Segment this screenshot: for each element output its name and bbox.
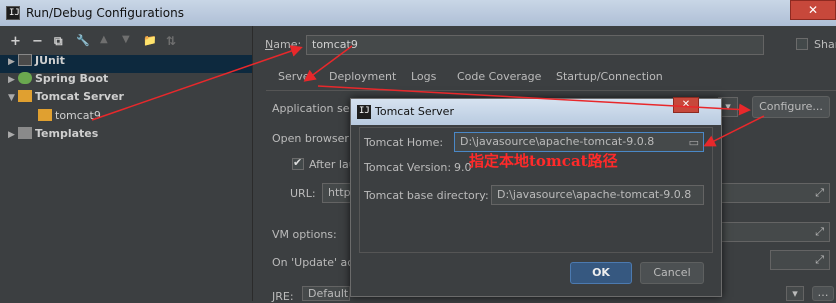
arrow-tree-to-name [91, 45, 303, 121]
arrow-name-to-server-tab [303, 45, 353, 82]
annotation-arrows [91, 45, 765, 147]
arrow-configure-to-home [703, 115, 765, 147]
arrow-tab-to-configure [317, 85, 751, 116]
